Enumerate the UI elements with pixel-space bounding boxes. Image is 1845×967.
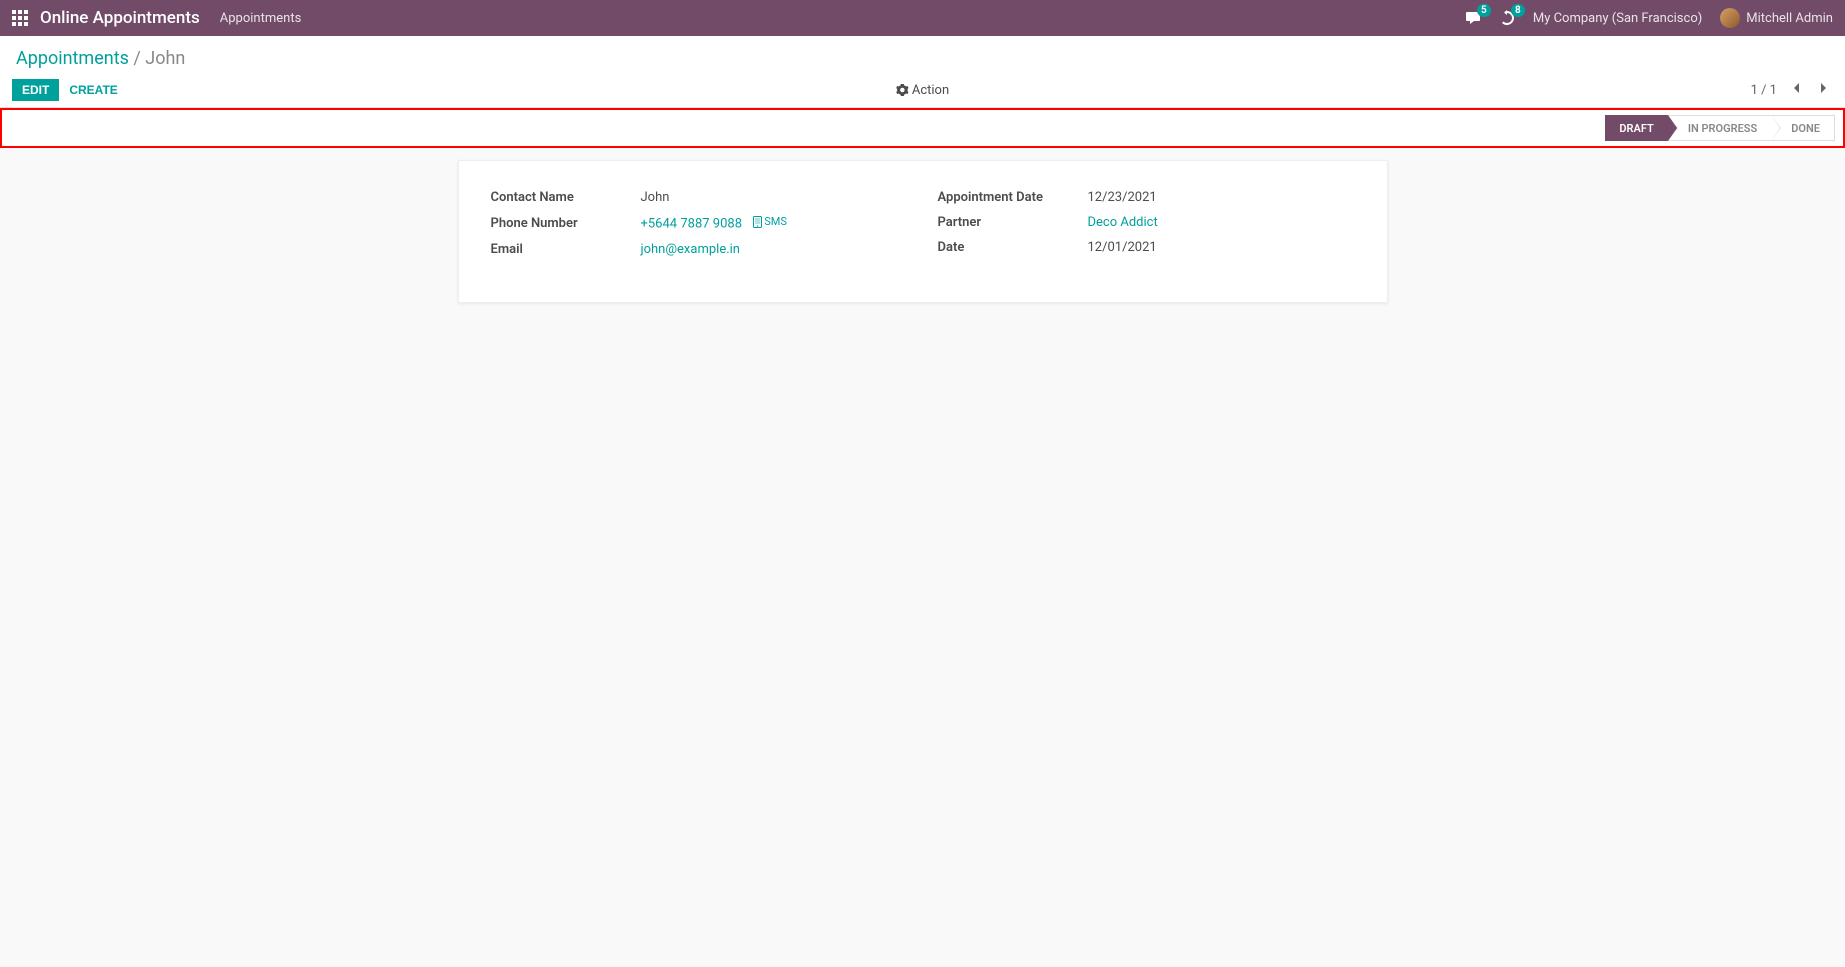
nav-menu-appointments[interactable]: Appointments — [220, 11, 302, 26]
label-contact-name: Contact Name — [491, 190, 641, 205]
activity-badge: 8 — [1511, 4, 1525, 17]
form-background: Contact Name John Phone Number +5644 788… — [0, 148, 1845, 343]
status-bar-container: Draft In Progress Done — [0, 108, 1845, 148]
label-date: Date — [938, 240, 1088, 255]
status-in-progress[interactable]: In Progress — [1668, 115, 1771, 141]
form-right-column: Appointment Date 12/23/2021 Partner Deco… — [938, 185, 1355, 262]
status-draft[interactable]: Draft — [1605, 115, 1667, 141]
action-label: Action — [912, 83, 949, 98]
label-phone: Phone Number — [491, 216, 641, 231]
value-partner[interactable]: Deco Addict — [1088, 215, 1158, 230]
breadcrumb-current: John — [145, 48, 185, 69]
breadcrumb-root[interactable]: Appointments — [16, 48, 129, 69]
create-button[interactable]: Create — [59, 79, 127, 101]
user-menu[interactable]: Mitchell Admin — [1720, 8, 1833, 28]
breadcrumb-separator: / — [133, 48, 145, 69]
form-sheet: Contact Name John Phone Number +5644 788… — [458, 160, 1388, 303]
pager-counter[interactable]: 1 / 1 — [1751, 83, 1777, 98]
messaging-icon[interactable]: 5 — [1465, 10, 1481, 26]
app-brand: Online Appointments — [40, 8, 200, 28]
value-email[interactable]: john@example.in — [641, 242, 740, 257]
avatar — [1720, 8, 1740, 28]
value-contact-name: John — [641, 190, 670, 205]
pager: 1 / 1 — [1751, 80, 1833, 100]
mobile-icon — [753, 216, 762, 228]
activity-icon[interactable]: 8 — [1499, 10, 1515, 26]
sms-button[interactable]: SMS — [753, 215, 787, 228]
label-appointment-date: Appointment Date — [938, 190, 1088, 205]
pager-prev[interactable] — [1787, 80, 1805, 100]
user-name: Mitchell Admin — [1746, 11, 1833, 26]
gear-icon — [896, 84, 908, 96]
value-phone[interactable]: +5644 7887 9088 — [641, 217, 743, 232]
value-date: 12/01/2021 — [1088, 240, 1157, 255]
messaging-badge: 5 — [1477, 4, 1491, 17]
label-email: Email — [491, 242, 641, 257]
value-appointment-date: 12/23/2021 — [1088, 190, 1157, 205]
sms-label: SMS — [764, 215, 787, 228]
label-partner: Partner — [938, 215, 1088, 230]
apps-icon[interactable] — [12, 10, 28, 26]
breadcrumb-bar: Appointments / John — [0, 36, 1845, 73]
action-menu[interactable]: Action — [896, 83, 949, 98]
status-bar: Draft In Progress Done — [1605, 115, 1835, 141]
control-bar: Edit Create Action 1 / 1 — [0, 73, 1845, 108]
edit-button[interactable]: Edit — [12, 79, 59, 101]
breadcrumb: Appointments / John — [16, 44, 1829, 73]
company-selector[interactable]: My Company (San Francisco) — [1533, 11, 1702, 26]
form-left-column: Contact Name John Phone Number +5644 788… — [491, 185, 908, 262]
top-navbar: Online Appointments Appointments 5 8 My … — [0, 0, 1845, 36]
pager-next[interactable] — [1815, 80, 1833, 100]
